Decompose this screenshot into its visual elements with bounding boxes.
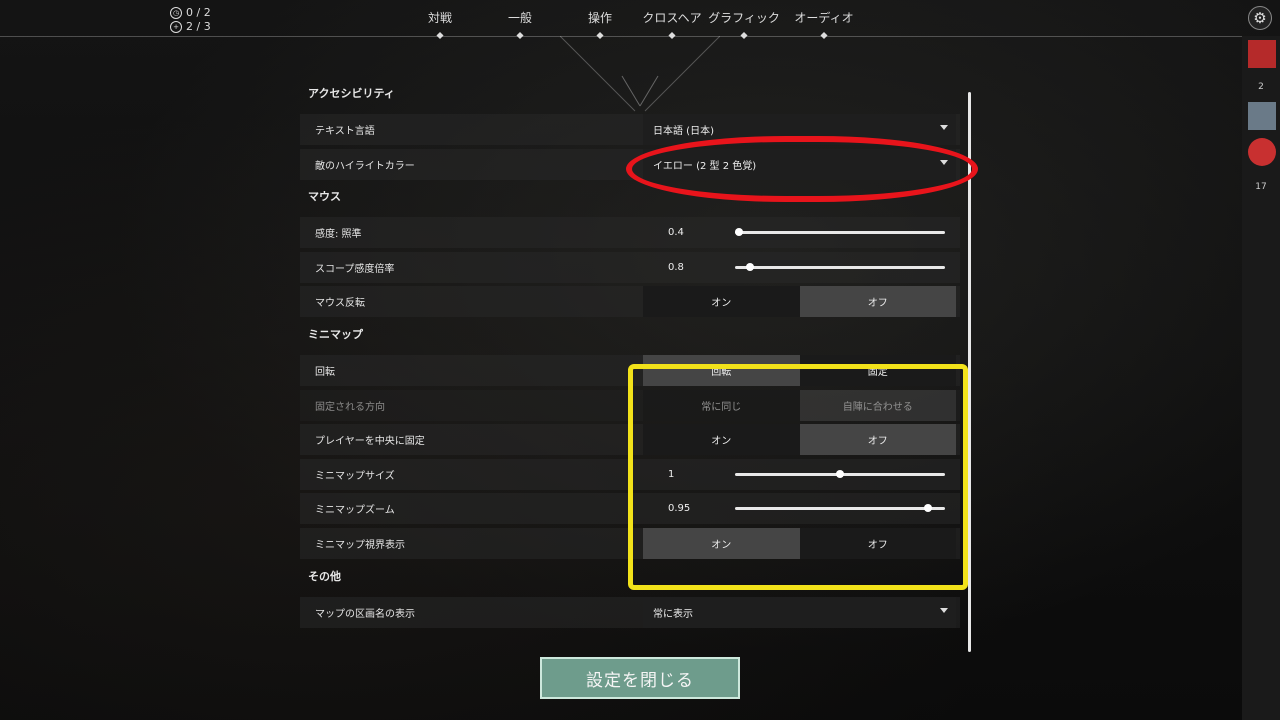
rotate-label: 回転 — [315, 366, 335, 378]
slider-thumb[interactable] — [735, 228, 744, 237]
fixed-direction-label: 固定される方向 — [315, 401, 385, 413]
slider-track[interactable] — [735, 262, 945, 271]
tab-crosshair-label: クロスヘア — [642, 11, 702, 25]
heart-icon[interactable] — [1248, 138, 1276, 166]
agent-portrait-icon[interactable] — [1248, 102, 1276, 130]
row-sensitivity: 感度: 照準 0.4 — [300, 217, 960, 249]
tab-graphics-label: グラフィック — [708, 11, 780, 25]
map-region-names-dropdown[interactable]: 常に表示 — [643, 596, 956, 628]
stat-1-text: 0 / 2 — [186, 6, 211, 19]
tab-general-dot — [516, 31, 524, 40]
red-annotation-circle — [626, 136, 978, 202]
tab-general-label: 一般 — [507, 11, 532, 25]
text-language-value: 日本語 (日本) — [653, 126, 714, 137]
map-region-names-value: 常に表示 — [653, 608, 693, 620]
row-map-region-names: マップの区画名の表示 常に表示 — [300, 596, 960, 628]
scope-sensitivity-value[interactable]: 0.8 — [643, 262, 723, 273]
top-navigation: ◷ 0 / 2 + 2 / 3 対戦 一般 操作 クロスヘア グラフィック オー… — [0, 0, 1280, 40]
minimap-zoom-label: ミニマップズーム — [315, 505, 395, 517]
close-settings-button[interactable]: 設定を閉じる — [540, 657, 740, 699]
invert-mouse-on-button[interactable]: オン — [643, 286, 800, 318]
section-accessibility: アクセシビリティ — [308, 87, 395, 100]
sensitivity-label: 感度: 照準 — [315, 229, 362, 241]
match-stats: ◷ 0 / 2 + 2 / 3 — [170, 6, 211, 34]
plus-circle-icon: + — [170, 21, 182, 33]
row-scope-sensitivity: スコープ感度倍率 0.8 — [300, 251, 960, 283]
tab-crosshair-dot — [668, 31, 676, 40]
tab-crosshair[interactable]: クロスヘア — [640, 9, 704, 40]
settings-tabs: 対戦 一般 操作 クロスヘア グラフィック オーディオ — [420, 9, 856, 40]
tab-audio[interactable]: オーディオ — [792, 9, 856, 40]
tab-match-dot — [436, 31, 444, 40]
tab-audio-label: オーディオ — [794, 11, 854, 25]
tab-controls-dot — [596, 31, 604, 40]
slider-thumb[interactable] — [745, 262, 754, 271]
tab-match-label: 対戦 — [427, 11, 452, 25]
scope-sensitivity-slider[interactable]: 0.8 — [643, 252, 956, 283]
center-player-label: プレイヤーを中央に固定 — [315, 436, 425, 448]
scope-sensitivity-label: スコープ感度倍率 — [315, 263, 395, 275]
player-card-icon[interactable] — [1248, 40, 1276, 68]
yellow-annotation-box — [628, 364, 968, 590]
sensitivity-slider[interactable]: 0.4 — [643, 217, 956, 248]
stat-2-text: 2 / 3 — [186, 20, 211, 33]
map-region-names-label: マップの区画名の表示 — [315, 608, 415, 620]
text-language-label: テキスト言語 — [315, 126, 375, 137]
invert-mouse-toggle: オン オフ — [643, 286, 956, 318]
tab-match[interactable]: 対戦 — [420, 9, 460, 40]
tab-controls-label: 操作 — [587, 11, 612, 25]
clock-icon: ◷ — [170, 7, 182, 19]
tab-graphics-dot — [740, 31, 748, 40]
invert-mouse-off-button[interactable]: オフ — [799, 286, 956, 318]
minimap-size-label: ミニマップサイズ — [315, 470, 395, 482]
chevron-down-icon — [940, 125, 948, 130]
tab-graphics[interactable]: グラフィック — [706, 9, 782, 40]
minimap-vision-label: ミニマップ視界表示 — [315, 539, 405, 551]
invert-mouse-label: マウス反転 — [315, 298, 365, 310]
row-invert-mouse: マウス反転 オン オフ — [300, 286, 960, 318]
rail-count-1: 2 — [1258, 82, 1264, 92]
sensitivity-value[interactable]: 0.4 — [643, 227, 723, 238]
stat-row-1: ◷ 0 / 2 — [170, 6, 211, 20]
section-minimap: ミニマップ — [308, 327, 363, 341]
right-player-rail: 2 17 — [1242, 36, 1280, 720]
tab-audio-dot — [820, 31, 828, 40]
tab-controls[interactable]: 操作 — [580, 9, 620, 40]
gear-icon[interactable]: ⚙ — [1248, 6, 1272, 30]
enemy-highlight-label: 敵のハイライトカラー — [315, 160, 415, 172]
tab-general[interactable]: 一般 — [500, 9, 540, 40]
stat-row-2: + 2 / 3 — [170, 20, 211, 34]
slider-track[interactable] — [735, 228, 945, 237]
rail-count-2: 17 — [1255, 182, 1267, 192]
chevron-down-icon — [940, 607, 948, 613]
